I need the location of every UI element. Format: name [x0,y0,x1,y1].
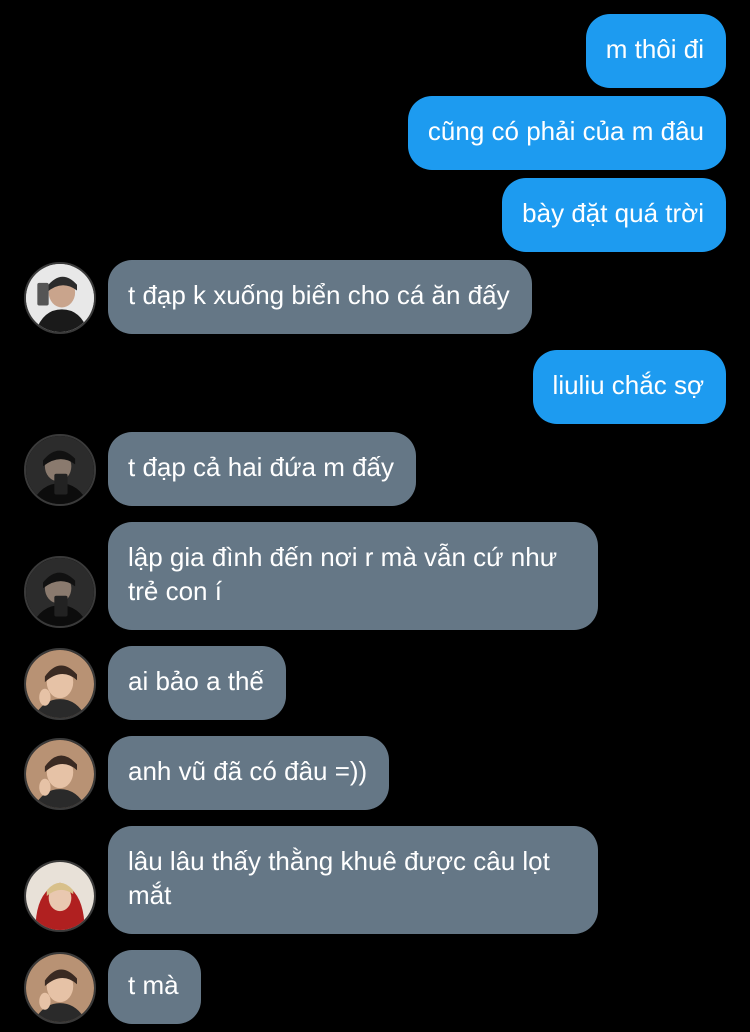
message-bubble-outgoing[interactable]: bày đặt quá trời [502,178,726,252]
user-avatar-1[interactable] [24,262,96,334]
message-bubble-incoming[interactable]: t đạp k xuống biển cho cá ăn đấy [108,260,532,334]
message-bubble-incoming[interactable]: lập gia đình đến nơi r mà vẫn cứ như trẻ… [108,522,598,630]
message-bubble-incoming[interactable]: anh vũ đã có đâu =)) [108,736,390,810]
message-bubble-incoming[interactable]: t mà [108,950,201,1024]
message-bubble-outgoing[interactable]: liuliu chắc sợ [532,350,726,424]
user-avatar-3[interactable] [24,952,96,1024]
message-bubble-incoming[interactable]: lâu lâu thấy thằng khuê được câu lọt mắt [108,826,598,934]
message-bubble-incoming[interactable]: ai bảo a thế [108,646,286,720]
message-bubble-outgoing[interactable]: m thôi đi [585,14,726,88]
user-avatar-3[interactable] [24,738,96,810]
message-bubble-incoming[interactable]: t đạp cả hai đứa m đấy [108,432,417,506]
user-avatar-2[interactable] [24,434,96,506]
user-avatar-3[interactable] [24,648,96,720]
user-avatar-2[interactable] [24,556,96,628]
message-bubble-outgoing[interactable]: cũng có phải của m đâu [407,96,726,170]
user-avatar-4[interactable] [24,860,96,932]
